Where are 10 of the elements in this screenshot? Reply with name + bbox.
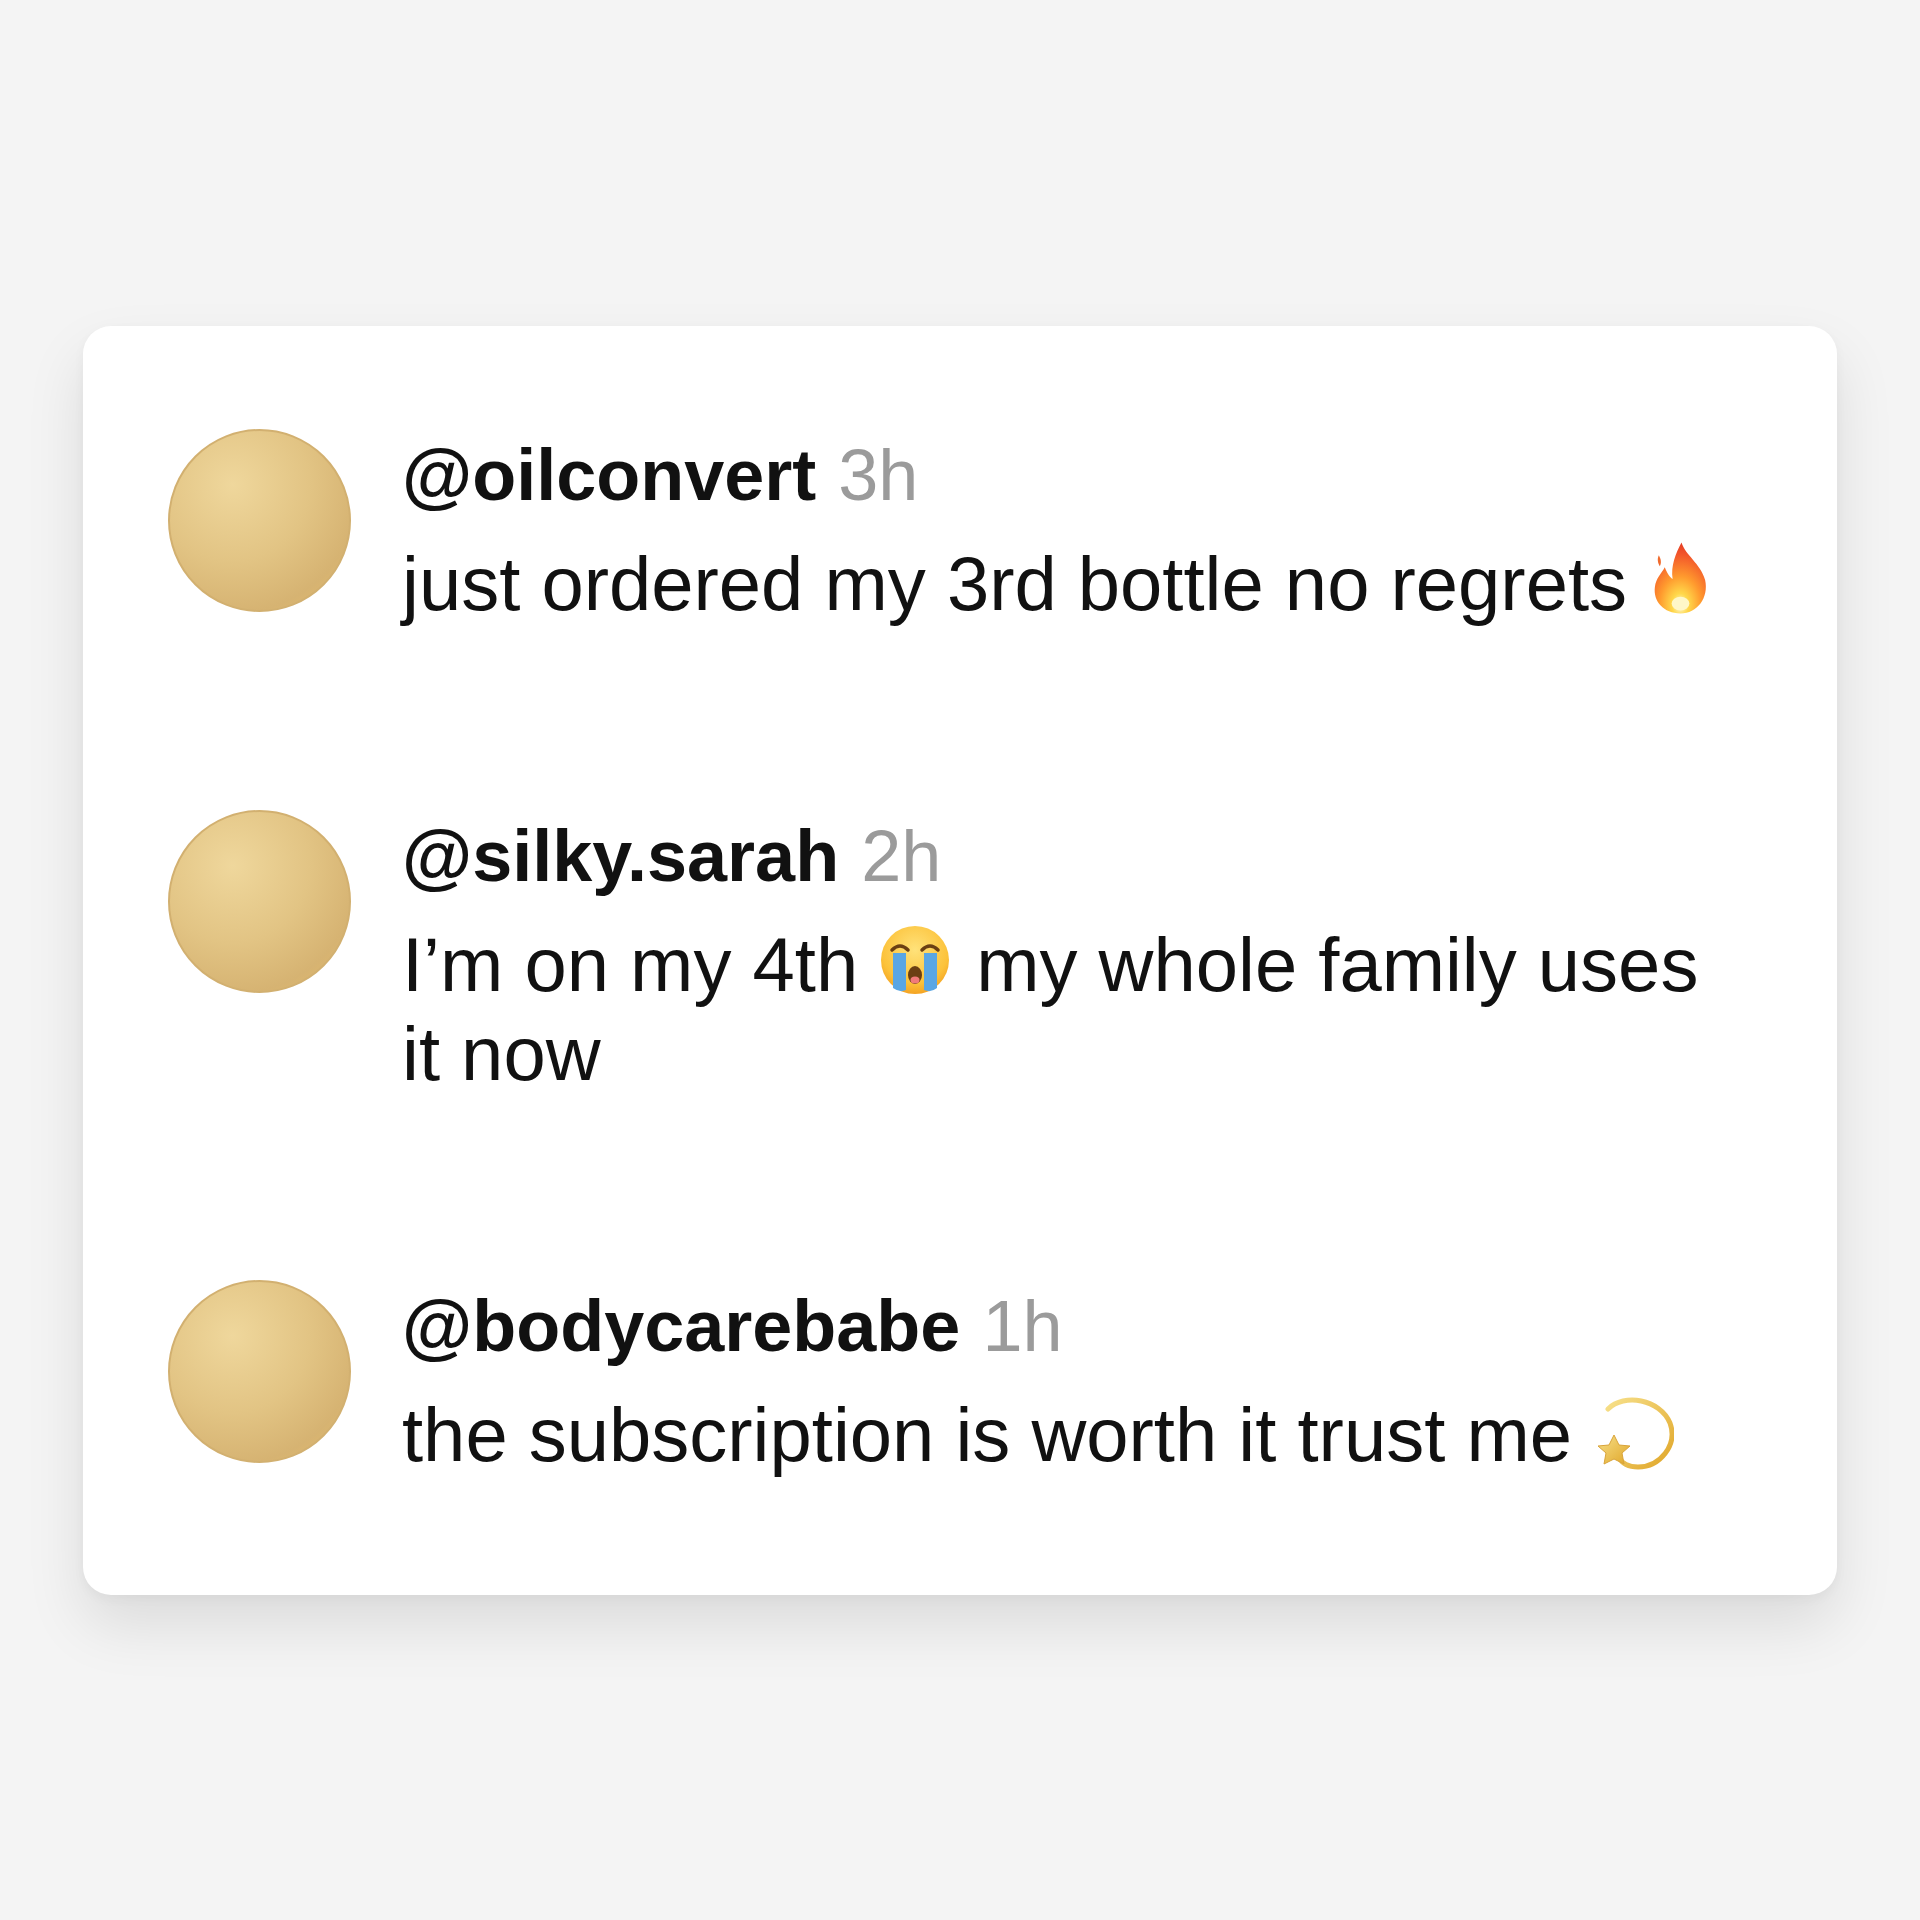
crying-face-icon	[880, 925, 951, 995]
timestamp: 2h	[861, 815, 942, 898]
username[interactable]: @bodycarebabe	[402, 1283, 961, 1369]
comment-text: the subscription is worth it trust me	[402, 1390, 1752, 1479]
username[interactable]: @silky.sarah	[402, 813, 840, 899]
comment-text: I’m on my 4th my whole family uses it now	[402, 921, 1700, 1098]
comment-text: just ordered my 3rd bottle no regrets	[402, 539, 1752, 628]
timestamp: 1h	[982, 1285, 1063, 1368]
timestamp: 3h	[838, 434, 919, 517]
username[interactable]: @oilconvert	[402, 432, 817, 518]
